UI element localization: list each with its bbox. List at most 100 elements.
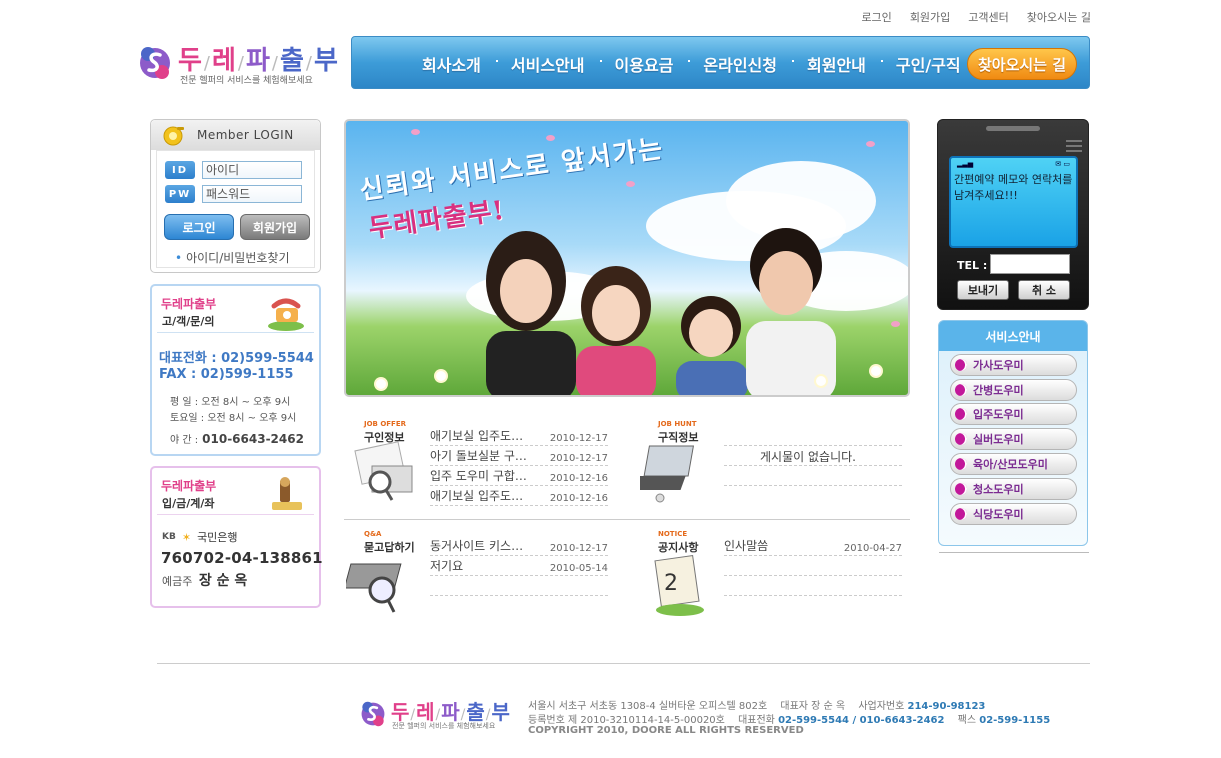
top-link-support[interactable]: 고객센터 [968, 9, 1008, 25]
main-phone: 대표전화 : 02)599-5544 [159, 351, 314, 366]
list-item[interactable]: 아기 돌보실분 구… 2010-12-17 [430, 446, 608, 466]
post-date: 2010-05-14 [549, 562, 608, 574]
nav-item-online-apply[interactable]: 온라인신청 [688, 52, 792, 76]
service-item-cleaning[interactable]: 청소도우미 [950, 478, 1077, 500]
family-photo [486, 228, 836, 395]
petal [546, 135, 555, 141]
join-button[interactable]: 회원가입 [240, 214, 310, 240]
svg-text:2: 2 [664, 571, 678, 596]
logo-char: 레 [212, 46, 237, 76]
find-id-password-link[interactable]: 아이디/비밀번호찾기 [175, 249, 289, 266]
qna-list: 동거사이트 키스… 2010-12-17 저기요 2010-05-14 [430, 536, 608, 596]
post-title[interactable]: 입주 도우미 구합… [430, 467, 527, 484]
service-item-restaurant[interactable]: 식당도우미 [950, 503, 1077, 525]
send-button[interactable]: 보내기 [957, 280, 1009, 300]
post-date: 2010-12-17 [549, 542, 608, 554]
service-item-childcare[interactable]: 육아/산모도우미 [950, 453, 1077, 475]
notice-list: 인사말씀 2010-04-27 [724, 536, 902, 596]
top-link-directions[interactable]: 찾아오시는 길 [1027, 9, 1091, 25]
post-date: 2010-12-17 [549, 452, 608, 464]
cancel-button[interactable]: 취 소 [1018, 280, 1070, 300]
list-item[interactable]: 저기요 2010-05-14 [430, 556, 608, 576]
bank-account-box: 두레파출부 입/금/계/좌 KB ✶ 국민은행 760702-04-138861 … [150, 466, 323, 608]
login-title: Member LOGIN [197, 128, 294, 142]
list-item[interactable]: 동거사이트 키스… 2010-12-17 [430, 536, 608, 556]
top-utility-links: 로그인 회원가입 고객센터 찾아오시는 길 [861, 9, 1091, 25]
petal [866, 141, 875, 147]
telephone-illustration-icon [268, 298, 304, 331]
logo-mark-icon [140, 47, 170, 79]
reservation-message-input[interactable]: 간편예약 메모와 연락처를 남겨주세요!!! [951, 170, 1076, 206]
kb-star-icon: ✶ [181, 530, 192, 544]
logo-char: 출 [280, 46, 305, 76]
main-nav: 회사소개 서비스안내 이용요금 온라인신청 회원안내 구인/구직 찾아오시는 길 [351, 36, 1090, 89]
petal [626, 181, 635, 187]
nav-item-pricing[interactable]: 이용요금 [599, 52, 689, 76]
board-tag-ko[interactable]: 구인정보 [364, 429, 404, 445]
directions-button[interactable]: 찾아오시는 길 [967, 48, 1077, 80]
board-tag-ko[interactable]: 구직정보 [658, 429, 698, 445]
post-date: 2010-12-16 [549, 492, 608, 504]
kb-logo: KB [162, 532, 176, 542]
flower [871, 366, 881, 376]
post-title[interactable]: 아기 돌보실분 구… [430, 447, 527, 464]
post-title[interactable]: 애기보실 입주도… [430, 427, 523, 444]
service-item-live-in[interactable]: 입주도우미 [950, 403, 1077, 425]
list-row-empty [430, 576, 608, 596]
post-title[interactable]: 애기보실 입주도… [430, 487, 523, 504]
no-posts-message: 게시물이 없습니다. [760, 450, 856, 464]
site-logo[interactable]: 두/레/파/출/부 전문 헬퍼의 서비스를 체험해보세요 [138, 40, 338, 88]
banner-slogan: 신뢰와 서비스로 앞서가는 [357, 133, 667, 207]
logo-text: 두/레/파/출/부 [178, 46, 339, 76]
nav-item-jobs[interactable]: 구인/구직 [880, 52, 976, 76]
service-item-housekeeping[interactable]: 가사도우미 [950, 354, 1077, 376]
post-title[interactable]: 저기요 [430, 557, 463, 574]
logo-tagline: 전문 헬퍼의 서비스를 체험해보세요 [180, 76, 313, 86]
night-contact: 야 간 :010-6643-2462 [170, 431, 304, 446]
board-tag-en: Q&A [364, 530, 382, 538]
list-item[interactable]: 애기보실 입주도… 2010-12-16 [430, 486, 608, 506]
main-banner: 신뢰와 서비스로 앞서가는 두레파출부! [344, 119, 910, 397]
post-title[interactable]: 인사말씀 [724, 537, 768, 554]
list-item[interactable]: 인사말씀 2010-04-27 [724, 536, 902, 556]
weekday-hours: 평 일 : 오전 8시 ~ 오후 9시 [170, 397, 291, 408]
holder-name: 장 순 옥 [198, 573, 248, 589]
account-holder: 예금주 장 순 옥 [162, 570, 247, 590]
top-link-login[interactable]: 로그인 [861, 9, 891, 25]
board-tag-en: JOB HUNT [658, 420, 697, 428]
board-tag-ko[interactable]: 공지사항 [658, 539, 698, 555]
tel-label: TEL : [957, 259, 988, 272]
id-row: ID 아이디 [165, 161, 302, 179]
id-badge: ID [165, 161, 195, 179]
bank-subtitle: 입/금/계/좌 [162, 497, 215, 510]
logo-char: 파 [246, 46, 271, 76]
phone-speaker [986, 126, 1040, 131]
board-tag-ko[interactable]: 묻고답하기 [364, 539, 415, 555]
service-item-silver[interactable]: 실버도우미 [950, 428, 1077, 450]
list-item[interactable]: 애기보실 입주도… 2010-12-17 [430, 426, 608, 446]
signal-icon: ▂▃▅ [957, 160, 974, 168]
list-item[interactable]: 입주 도우미 구합… 2010-12-16 [430, 466, 608, 486]
nav-item-company[interactable]: 회사소개 [407, 52, 496, 76]
customer-contact-box: 두레파출부 고/객/문/의 대표전화 : 02)599-5544 FAX : 0… [150, 284, 321, 456]
nav-item-members[interactable]: 회원안내 [792, 52, 881, 76]
service-item-caregiver[interactable]: 간병도우미 [950, 379, 1077, 401]
password-input[interactable]: 패스워드 [202, 185, 302, 203]
logo-mark-icon [361, 701, 385, 727]
login-header: Member LOGIN [151, 120, 320, 150]
footer-divider [157, 663, 1090, 664]
nav-item-services[interactable]: 서비스안내 [495, 52, 600, 76]
bank-brand: 두레파출부 [161, 479, 217, 493]
top-link-join[interactable]: 회원가입 [910, 9, 950, 25]
id-input[interactable]: 아이디 [202, 161, 302, 179]
petal [411, 129, 420, 135]
services-menu: 서비스안내 가사도우미 간병도우미 입주도우미 실버도우미 육아/산모도우미 청… [938, 320, 1089, 553]
footer-logo: 두/레/파/출/부 전문 헬퍼의 서비스를 체험해보세요 [360, 696, 520, 736]
flower [816, 376, 826, 386]
login-button[interactable]: 로그인 [164, 214, 234, 240]
tel-input[interactable] [990, 254, 1070, 274]
divider [157, 332, 314, 333]
post-title[interactable]: 동거사이트 키스… [430, 537, 523, 554]
pw-row: PW 패스워드 [165, 185, 302, 203]
footer-fax: 02-599-1155 [979, 715, 1051, 726]
